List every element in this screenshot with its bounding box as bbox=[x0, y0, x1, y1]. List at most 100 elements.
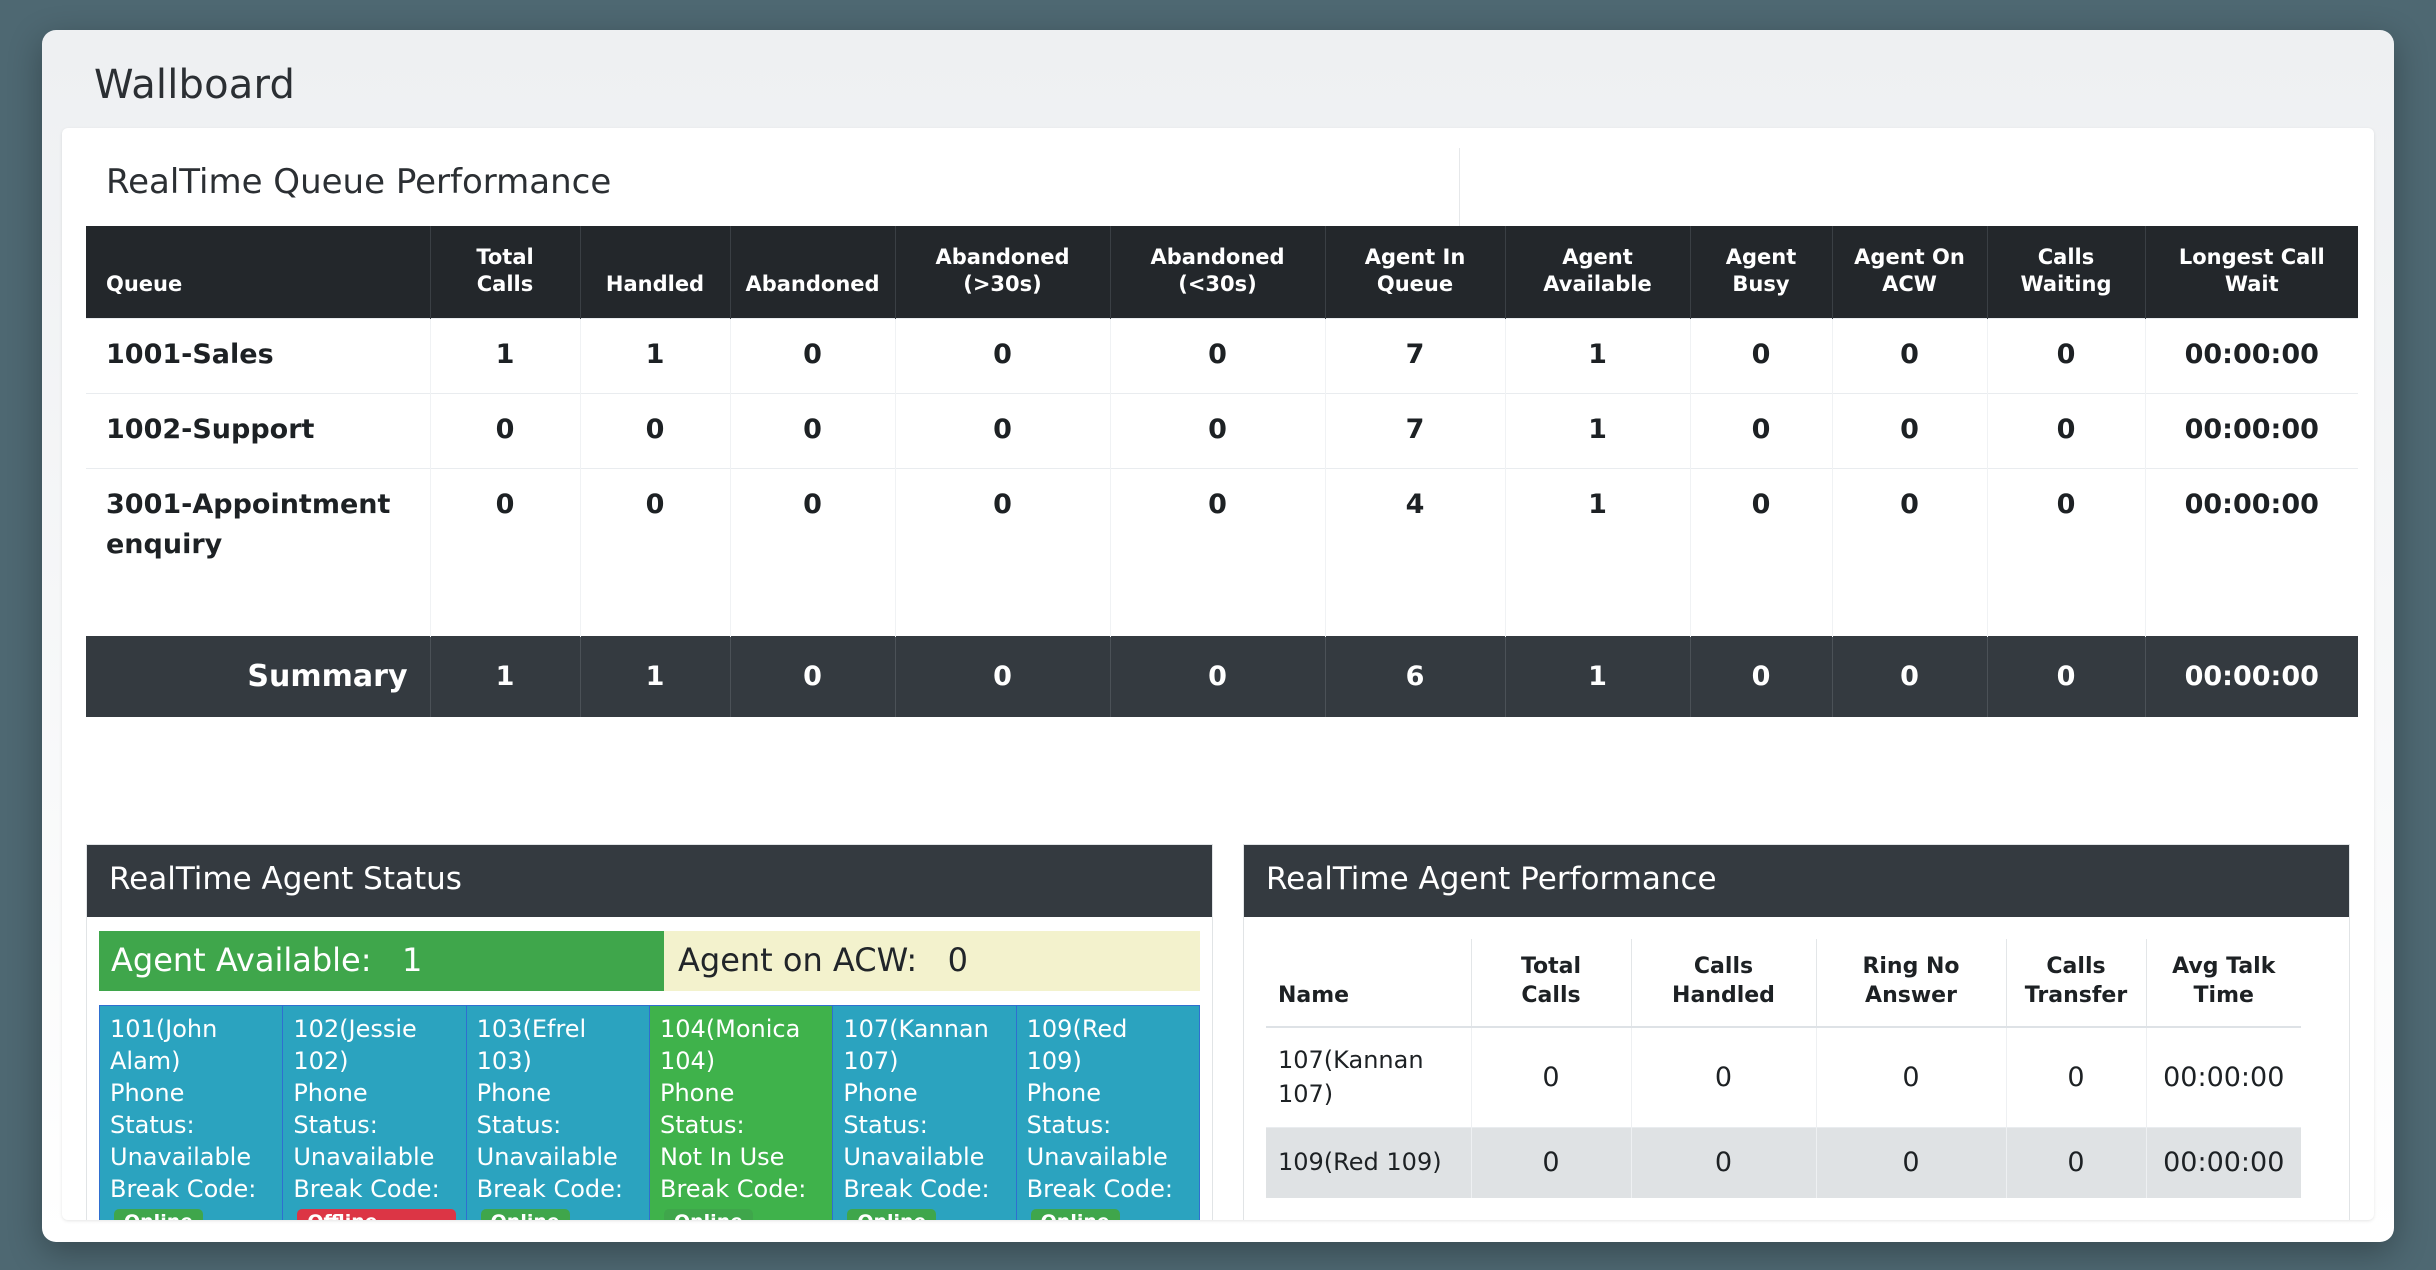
cell-abandoned-lt30: 0 bbox=[1110, 392, 1326, 469]
cell-agent-busy: 0 bbox=[1690, 467, 1833, 637]
col-header-abandoned-lt30[interactable]: Abandoned (<30s) bbox=[1110, 226, 1326, 319]
agent-card-name: 109(Red 109) bbox=[1026, 1015, 1128, 1075]
cell-calls-handled: 0 bbox=[1631, 1127, 1817, 1199]
agent-card-name: 101(John Alam) bbox=[110, 1015, 218, 1075]
agent-status-title: RealTime Agent Status bbox=[87, 845, 1212, 917]
cell-calls-handled: 0 bbox=[1631, 1026, 1817, 1128]
col-header-abandoned-gt30-line1: Abandoned bbox=[935, 245, 1070, 269]
agent-on-acw-box: Agent on ACW: 0 bbox=[664, 931, 1200, 991]
bottom-panels-row: RealTime Agent Status Agent Available: 1… bbox=[86, 844, 2350, 1220]
agent-card-phone-status-label: Phone Status: bbox=[293, 1078, 378, 1139]
col-header-agent-in-queue[interactable]: Agent In Queue bbox=[1325, 226, 1506, 319]
agent-available-count: 1 bbox=[402, 941, 423, 979]
agent-card-phone-status: Not In Use bbox=[659, 1142, 785, 1171]
col-header-longest-call-wait-line2: Wait bbox=[2224, 271, 2279, 296]
agent-card-phone-status: Unavailable bbox=[476, 1142, 618, 1171]
col-header-ring-no-answer[interactable]: Ring No Answer bbox=[1816, 939, 2007, 1029]
summary-agent-in-queue: 6 bbox=[1325, 635, 1506, 718]
col-header-agent-on-acw-line1: Agent On bbox=[1854, 245, 1965, 269]
agent-performance-table: Name Total Calls Calls Handled Ring No A… bbox=[1266, 939, 2301, 1199]
col-header-agent-available[interactable]: Agent Available bbox=[1505, 226, 1691, 319]
queue-title-row: RealTime Queue Performance bbox=[86, 148, 2338, 226]
summary-label: Summary bbox=[86, 635, 431, 718]
cell-abandoned-gt30: 0 bbox=[895, 317, 1111, 394]
cell-abandoned: 0 bbox=[730, 317, 896, 394]
col-header-calls-handled-line1: Calls bbox=[1693, 954, 1754, 979]
table-row[interactable]: 107(Kannan 107) 0 0 0 0 00:00:00 bbox=[1266, 1026, 2301, 1128]
col-header-avg-talk-time-line1: Avg Talk bbox=[2172, 954, 2276, 979]
cell-longest-call-wait: 00:00:00 bbox=[2145, 392, 2358, 469]
col-header-avg-talk-time-line2: Time bbox=[2193, 982, 2254, 1008]
cell-handled: 1 bbox=[580, 317, 731, 394]
col-header-agent-on-acw[interactable]: Agent On ACW bbox=[1832, 226, 1988, 319]
col-header-avg-talk-time[interactable]: Avg Talk Time bbox=[2146, 939, 2301, 1029]
col-header-queue[interactable]: Queue bbox=[86, 226, 431, 319]
agent-card-break-code-label: Break Code: bbox=[1026, 1174, 1173, 1203]
status-badge: Online bbox=[114, 1209, 204, 1220]
col-header-handled[interactable]: Handled bbox=[580, 226, 731, 319]
col-header-calls-waiting[interactable]: Calls Waiting bbox=[1987, 226, 2146, 319]
status-badge: Offline (Paused) bbox=[297, 1209, 456, 1220]
col-header-agent-available-line1: Agent bbox=[1562, 245, 1633, 269]
cell-agent-available: 1 bbox=[1505, 467, 1691, 637]
cell-calls-waiting: 0 bbox=[1987, 392, 2146, 469]
cell-agent-available: 1 bbox=[1505, 392, 1691, 469]
table-row[interactable]: 3001-Appointment enquiry 0 0 0 0 0 4 1 0… bbox=[86, 467, 2358, 637]
cell-avg-talk-time: 00:00:00 bbox=[2146, 1026, 2301, 1128]
agent-card-phone-status: Unavailable bbox=[110, 1142, 252, 1171]
agent-available-box: Agent Available: 1 bbox=[99, 931, 664, 991]
cell-abandoned: 0 bbox=[730, 467, 896, 637]
agent-available-label: Agent Available: bbox=[111, 941, 372, 979]
col-header-calls-transfer-line2: Transfer bbox=[2024, 982, 2128, 1008]
status-badge: Online bbox=[1030, 1209, 1120, 1220]
col-header-abandoned-label: Abandoned bbox=[745, 271, 880, 296]
cell-calls-waiting: 0 bbox=[1987, 467, 2146, 637]
cell-queue-name: 1002-Support bbox=[86, 392, 431, 469]
queue-table-body: 1001-Sales 1 1 0 0 0 7 1 0 0 0 00:00:00 bbox=[86, 317, 2358, 718]
table-row[interactable]: 1001-Sales 1 1 0 0 0 7 1 0 0 0 00:00:00 bbox=[86, 317, 2358, 394]
agent-card[interactable]: 104(Monica 104) Phone Status: Not In Use… bbox=[649, 1006, 834, 1220]
col-header-calls-transfer-line1: Calls bbox=[2046, 954, 2106, 979]
cell-handled: 0 bbox=[580, 467, 731, 637]
wallboard-window: Wallboard RealTime Queue Performance Que… bbox=[42, 30, 2394, 1242]
agent-card-break-code-label: Break Code: bbox=[843, 1174, 990, 1203]
col-header-agent-busy-line2: Busy bbox=[1732, 271, 1790, 296]
col-header-total-calls-line1: Total bbox=[476, 245, 534, 269]
agent-card-phone-status-label: Phone Status: bbox=[110, 1078, 195, 1139]
cell-agent-name: 107(Kannan 107) bbox=[1266, 1026, 1472, 1128]
page-title: Wallboard bbox=[94, 62, 296, 108]
agent-cards-strip: 101(John Alam) Phone Status: Unavailable… bbox=[99, 1005, 1200, 1220]
agent-card[interactable]: 101(John Alam) Phone Status: Unavailable… bbox=[100, 1006, 284, 1220]
table-row[interactable]: 1002-Support 0 0 0 0 0 7 1 0 0 0 00:00:0… bbox=[86, 392, 2358, 469]
cell-agent-on-acw: 0 bbox=[1832, 467, 1988, 637]
col-header-agent-on-acw-line2: ACW bbox=[1882, 271, 1937, 296]
realtime-agent-status-panel: RealTime Agent Status Agent Available: 1… bbox=[86, 844, 1213, 1220]
summary-total-calls: 1 bbox=[430, 635, 581, 718]
agent-performance-table-body: 107(Kannan 107) 0 0 0 0 00:00:00 109(Red… bbox=[1266, 1026, 2301, 1199]
col-header-abandoned-lt30-line1: Abandoned bbox=[1150, 245, 1285, 269]
queue-table-head: Queue Total Calls Handled Abandoned Aban… bbox=[86, 226, 2358, 319]
cell-perf-total-calls: 0 bbox=[1471, 1127, 1632, 1199]
status-badge: Online bbox=[480, 1209, 570, 1220]
agent-card[interactable]: 109(Red 109) Phone Status: Unavailable B… bbox=[1016, 1006, 1199, 1220]
agent-card[interactable]: 102(Jessie 102) Phone Status: Unavailabl… bbox=[283, 1006, 467, 1220]
agent-card[interactable]: 107(Kannan 107) Phone Status: Unavailabl… bbox=[833, 1006, 1017, 1220]
agent-performance-header-row: Name Total Calls Calls Handled Ring No A… bbox=[1266, 939, 2301, 1029]
cell-agent-busy: 0 bbox=[1690, 392, 1833, 469]
col-header-total-calls[interactable]: Total Calls bbox=[430, 226, 581, 319]
agent-card[interactable]: 103(Efrel 103) Phone Status: Unavailable… bbox=[466, 1006, 650, 1220]
col-header-agent-busy[interactable]: Agent Busy bbox=[1690, 226, 1833, 319]
col-header-longest-call-wait[interactable]: Longest Call Wait bbox=[2145, 226, 2358, 319]
table-row[interactable]: 109(Red 109) 0 0 0 0 00:00:00 bbox=[1266, 1127, 2301, 1199]
agent-card-phone-status-label: Phone Status: bbox=[476, 1078, 562, 1139]
col-header-calls-transfer[interactable]: Calls Transfer bbox=[2006, 939, 2147, 1029]
col-header-perf-total-calls[interactable]: Total Calls bbox=[1471, 939, 1632, 1029]
cell-agent-in-queue: 7 bbox=[1325, 317, 1506, 394]
agent-card-name: 103(Efrel 103) bbox=[476, 1015, 587, 1075]
col-header-calls-handled[interactable]: Calls Handled bbox=[1631, 939, 1817, 1029]
col-header-ring-no-answer-line2: Answer bbox=[1865, 982, 1957, 1008]
col-header-name[interactable]: Name bbox=[1266, 939, 1472, 1029]
cell-perf-total-calls: 0 bbox=[1471, 1026, 1632, 1128]
col-header-abandoned[interactable]: Abandoned bbox=[730, 226, 896, 319]
col-header-abandoned-gt30[interactable]: Abandoned (>30s) bbox=[895, 226, 1111, 319]
